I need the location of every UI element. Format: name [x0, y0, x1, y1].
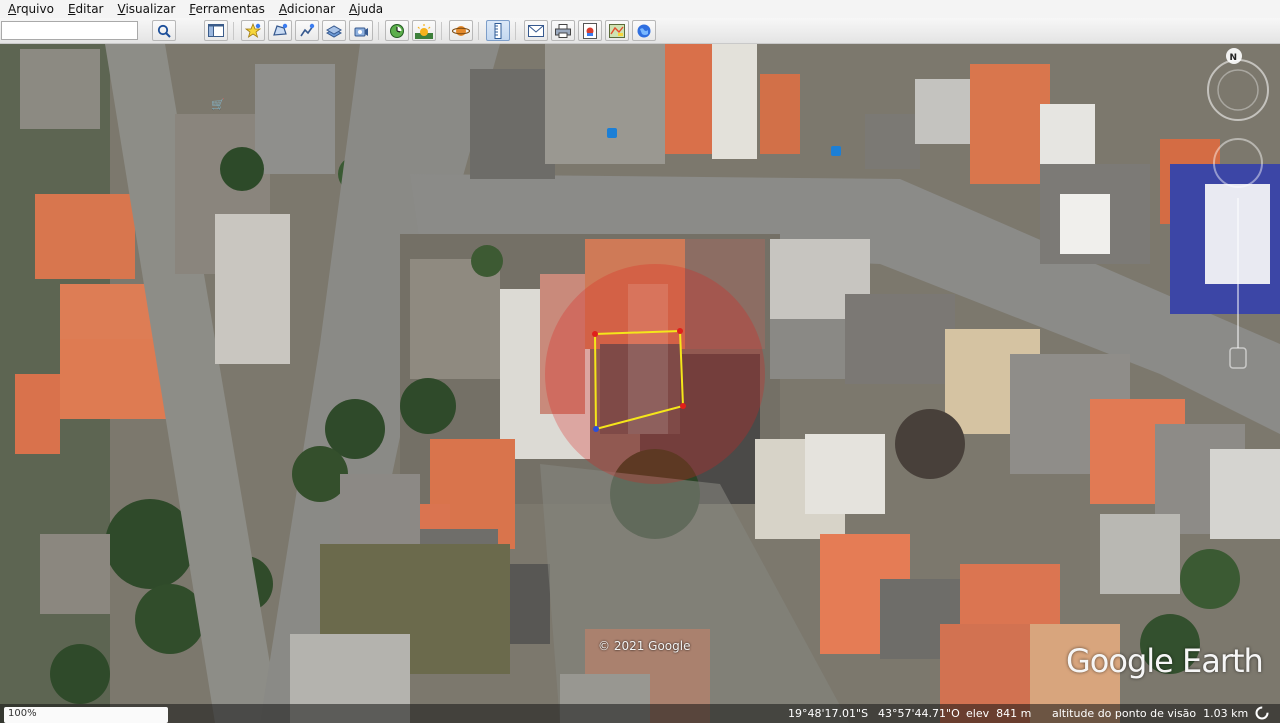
image-overlay-button[interactable] — [322, 20, 346, 41]
add-path-button[interactable] — [295, 20, 319, 41]
toolbar-separator — [233, 22, 234, 40]
sidebar-toggle-button[interactable] — [204, 20, 228, 41]
save-image-icon — [583, 22, 597, 39]
google-earth-logo: Google Earth — [1066, 642, 1264, 680]
polygon-icon — [273, 23, 288, 36]
navigation-controls[interactable]: N — [1200, 48, 1280, 378]
toolbar-separator — [441, 22, 442, 40]
search-button[interactable] — [152, 20, 176, 41]
globe-icon — [637, 24, 651, 37]
poi-icon[interactable] — [831, 146, 841, 156]
print-button[interactable] — [551, 20, 575, 41]
sunlight-button[interactable] — [412, 20, 436, 41]
magnifier-icon — [157, 24, 171, 38]
map-icon — [609, 23, 625, 38]
toolbar-separator — [515, 22, 516, 40]
shop-icon[interactable]: 🛒 — [211, 98, 225, 111]
menu-adicionar[interactable]: Adicionar — [271, 0, 341, 18]
printer-icon — [555, 23, 571, 38]
menu-ferramentas[interactable]: Ferramentas — [181, 0, 271, 18]
planet-icon — [452, 25, 470, 36]
planet-switch-button[interactable] — [449, 20, 473, 41]
menu-bar: Arquivo Editar Visualizar Ferramentas Ad… — [0, 0, 1280, 18]
sidebar-icon — [208, 24, 224, 37]
menu-arquivo[interactable]: Arquivo — [0, 0, 60, 18]
streaming-status-icon — [1255, 706, 1269, 720]
menu-visualizar[interactable]: Visualizar — [110, 0, 182, 18]
eye-altitude-readout: altitude do ponto de visão 1.03 km — [1052, 707, 1249, 720]
view-in-maps-button[interactable] — [605, 20, 629, 41]
add-placemark-button[interactable] — [241, 20, 265, 41]
location-marker-overlay — [545, 264, 765, 484]
compass-north-label: N — [1230, 53, 1238, 63]
toolbar-separator — [378, 22, 379, 40]
envelope-icon — [528, 24, 544, 37]
compass-icon[interactable]: N — [1200, 48, 1280, 378]
menu-ajuda[interactable]: Ajuda — [341, 0, 389, 18]
status-bar: 100% 19°48'17.01"S 43°57'44.71"O elev 84… — [0, 704, 1280, 723]
pushpin-icon — [245, 22, 261, 38]
save-image-button[interactable] — [578, 20, 602, 41]
menu-editar[interactable]: Editar — [60, 0, 110, 18]
poi-icon[interactable] — [607, 128, 617, 138]
streaming-progress-label: 100% — [8, 708, 37, 719]
overlay-icon — [326, 24, 342, 38]
satellite-imagery: 🛒 — [0, 44, 1280, 723]
ruler-button[interactable] — [486, 20, 510, 41]
ruler-icon — [494, 22, 502, 39]
record-tour-button[interactable] — [349, 20, 373, 41]
earth-gallery-button[interactable] — [632, 20, 656, 41]
elevation-readout: elev 841 m — [966, 707, 1032, 720]
copyright-text: © 2021 Google — [598, 639, 691, 653]
historical-imagery-button[interactable] — [385, 20, 409, 41]
toolbar-separator — [478, 22, 479, 40]
sun-icon — [415, 23, 433, 39]
search-input[interactable] — [1, 21, 138, 40]
map-viewport[interactable]: 🛒 N © 2021 Google Google Earth 100% 19°4… — [0, 44, 1280, 723]
path-icon — [300, 23, 315, 36]
toolbar — [0, 18, 1280, 44]
clock-icon — [390, 23, 404, 38]
tour-icon — [354, 27, 368, 36]
longitude-readout: 43°57'44.71"O — [878, 707, 960, 720]
latitude-readout: 19°48'17.01"S — [788, 707, 869, 720]
streaming-progress: 100% — [4, 707, 168, 723]
email-button[interactable] — [524, 20, 548, 41]
add-polygon-button[interactable] — [268, 20, 292, 41]
